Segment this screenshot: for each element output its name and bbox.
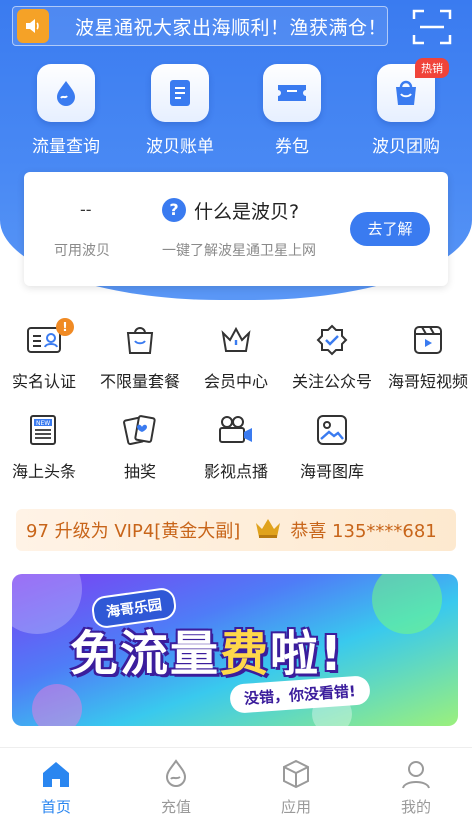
crown-icon [216,320,256,360]
apps-cube-icon [283,759,309,789]
service-label: 抽奖 [123,462,156,481]
top-nav-label: 波贝团购 [372,137,440,157]
recharge-icon [165,759,187,787]
service-sea-headlines[interactable]: NEW 海上头条 [0,410,92,482]
points-balance: -- [80,200,92,219]
top-nav-bill[interactable]: 波贝账单 [130,64,230,157]
tab-label: 首页 [40,798,71,816]
home-icon [43,762,69,787]
service-label: 实名认证 [11,372,76,391]
service-label: 影视点播 [203,462,268,481]
service-label: 海哥短视频 [387,372,468,391]
banner-headline-part: 免流量 [70,626,221,682]
service-real-name[interactable]: ! 实名认证 [0,318,92,392]
points-card-description: 一键了解波星通卫星上网 [162,243,316,259]
tab-apps[interactable]: 应用 [256,758,336,817]
notice-text: 波星通祝大家出海顺利！渔获满仓！ [74,16,387,39]
water-drop-icon [37,64,95,122]
points-card-title: 什么是波贝? [194,201,300,223]
service-label: 海上头条 [11,462,76,481]
service-label: 不限量套餐 [99,372,180,391]
banner-headline: 免流量费啦! [70,614,344,684]
points-balance-label: 可用波贝 [54,243,110,259]
service-gallery[interactable]: 海哥图库 [284,410,380,482]
question-icon: ? [162,198,186,222]
top-nav-flow-query[interactable]: 流量查询 [16,64,116,157]
banner-headline-highlight: 费 [220,626,271,682]
top-nav-label: 波贝账单 [146,137,214,157]
top-nav: 流量查询 波贝账单 券包 热销 波贝团购 [0,58,472,164]
learn-more-button[interactable]: 去了解 [350,212,430,246]
crown-icon [254,517,282,543]
notice-bar[interactable]: 波星通祝大家出海顺利！渔获满仓！ [12,6,388,46]
service-label: 关注公众号 [291,372,372,391]
banner-headline-part: 啦! [270,626,344,682]
gallery-icon [312,410,352,450]
bottom-tab-bar: 首页 充值 应用 我的 [0,747,472,819]
bill-icon [151,64,209,122]
top-nav-coupon[interactable]: 券包 [242,64,342,157]
service-video-on-demand[interactable]: 影视点播 [188,410,284,482]
promo-banner[interactable]: 海哥乐园 免流量费啦! 没错，你没看错! [12,574,458,726]
tab-label: 充值 [160,798,191,816]
upgrade-ticker: 97 升级为 VIP4[黄金大副] 恭喜 135****681 [16,509,456,551]
newspaper-icon: NEW [24,410,64,450]
cards-icon [120,410,160,450]
bag-icon [120,320,160,360]
service-member-center[interactable]: 会员中心 [188,320,284,392]
profile-icon [402,761,430,789]
points-card: -- 可用波贝 ? 什么是波贝? 一键了解波星通卫星上网 去了解 [24,172,448,286]
service-label: 会员中心 [203,372,268,391]
service-follow-account[interactable]: 关注公众号 [284,320,380,392]
tab-home[interactable]: 首页 [16,758,96,817]
scan-icon[interactable] [412,8,452,46]
service-label: 海哥图库 [299,462,364,481]
shopping-bag-icon: 热销 [377,58,449,122]
film-camera-icon [216,410,256,450]
ticker-right-text: 恭喜 135****681 [290,521,437,542]
ticker-left-text: 97 升级为 VIP4[黄金大副] [26,521,241,542]
verified-badge-icon [312,320,352,360]
decoration-bubble [372,574,442,634]
top-nav-group-buy[interactable]: 热销 波贝团购 [356,58,456,157]
tab-label: 应用 [280,798,311,816]
svg-text:NEW: NEW [36,420,50,427]
decoration-bubble [32,684,82,726]
alert-badge: ! [56,318,74,336]
tab-profile[interactable]: 我的 [376,758,456,817]
service-unlimited-plan[interactable]: 不限量套餐 [92,320,188,392]
tab-label: 我的 [400,798,431,816]
top-nav-label: 流量查询 [32,137,100,157]
top-nav-label: 券包 [275,137,309,157]
video-player-icon [408,320,448,360]
tab-recharge[interactable]: 充值 [136,758,216,817]
service-short-video[interactable]: 海哥短视频 [380,320,472,392]
coupon-icon [263,64,321,122]
id-card-icon: ! [24,318,74,360]
hot-sale-badge: 热销 [415,58,449,78]
speaker-icon [17,9,49,43]
service-lottery[interactable]: 抽奖 [92,410,188,482]
